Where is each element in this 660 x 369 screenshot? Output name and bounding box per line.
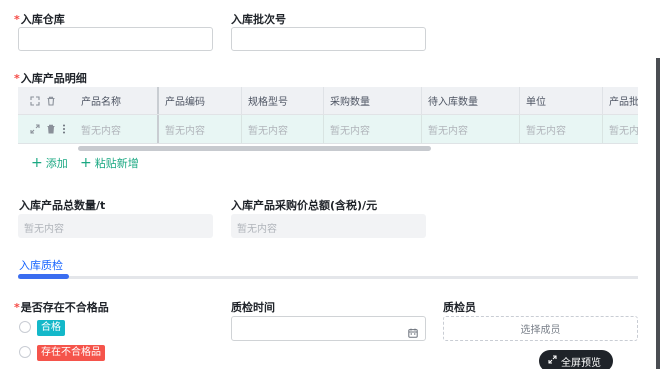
cell-pending-qty[interactable]: 暂无内容	[422, 115, 520, 143]
unqualified-label: *是否存在不合格品	[14, 301, 109, 314]
warehouse-input[interactable]	[18, 27, 213, 51]
table-header: 产品名称 产品编码 规格型号 采购数量 待入库数量 单位 产品批	[18, 87, 638, 115]
inspection-time-label: 质检时间	[231, 301, 275, 314]
cell-spec[interactable]: 暂无内容	[242, 115, 324, 143]
details-table: 产品名称 产品编码 规格型号 采购数量 待入库数量 单位 产品批 暂无内容 暂无…	[18, 87, 638, 147]
table-scrollbar[interactable]	[78, 146, 431, 151]
tab-quality-check[interactable]: 入库质检	[19, 257, 63, 273]
fullscreen-icon	[548, 355, 557, 367]
col-header-name: 产品名称	[75, 87, 159, 114]
tab-active-indicator	[18, 274, 69, 279]
inspection-time-input[interactable]	[231, 316, 426, 341]
header-controls	[30, 87, 56, 114]
expand-icon[interactable]	[30, 95, 40, 106]
inspector-picker[interactable]: 选择成员	[443, 316, 638, 341]
col-header-purchase-qty: 采购数量	[324, 87, 422, 114]
total-qty-value: 暂无内容	[18, 214, 213, 238]
total-qty-label: 入库产品总数量/t	[19, 199, 106, 212]
row-controls	[30, 115, 66, 143]
cell-purchase-qty[interactable]: 暂无内容	[324, 115, 422, 143]
tab-divider	[18, 276, 638, 279]
cell-unit[interactable]: 暂无内容	[520, 115, 603, 143]
more-icon[interactable]	[62, 124, 66, 134]
col-header-code: 产品编码	[159, 87, 242, 114]
fullscreen-preview-button[interactable]: 全屏预览	[539, 350, 613, 369]
total-price-label: 入库产品采购价总额(含税)/元	[231, 199, 378, 212]
batch-input[interactable]	[231, 27, 426, 51]
warehouse-label: *入库仓库	[14, 13, 65, 26]
page-scrollbar[interactable]	[656, 58, 660, 369]
expand-row-icon[interactable]	[30, 124, 40, 134]
cell-name[interactable]: 暂无内容	[75, 115, 159, 143]
calendar-icon[interactable]	[408, 323, 418, 342]
batch-label: 入库批次号	[231, 13, 286, 26]
plus-icon: +	[31, 154, 43, 171]
paste-add-button[interactable]: + 粘贴新增	[80, 155, 139, 171]
details-label: *入库产品明细	[14, 72, 87, 85]
plus-icon: +	[80, 154, 92, 171]
delete-row-icon[interactable]	[46, 124, 56, 134]
col-header-unit: 单位	[520, 87, 603, 114]
total-price-value: 暂无内容	[231, 214, 426, 238]
tag-qualified[interactable]: 合格	[37, 320, 65, 336]
tag-unqualified[interactable]: 存在不合格品	[37, 345, 105, 361]
cell-code[interactable]: 暂无内容	[159, 115, 242, 143]
add-button[interactable]: + 添加	[31, 155, 68, 171]
inspector-label: 质检员	[443, 301, 476, 314]
radio-qualified[interactable]	[19, 321, 31, 333]
col-header-batch: 产品批	[603, 87, 638, 114]
col-header-pending-qty: 待入库数量	[422, 87, 520, 114]
col-header-spec: 规格型号	[242, 87, 324, 114]
trash-icon[interactable]	[46, 96, 56, 106]
cell-batch[interactable]: 暂无内容	[603, 115, 638, 143]
radio-unqualified[interactable]	[19, 346, 31, 358]
table-row[interactable]: 暂无内容 暂无内容 暂无内容 暂无内容 暂无内容 暂无内容 暂无内容	[18, 115, 638, 144]
